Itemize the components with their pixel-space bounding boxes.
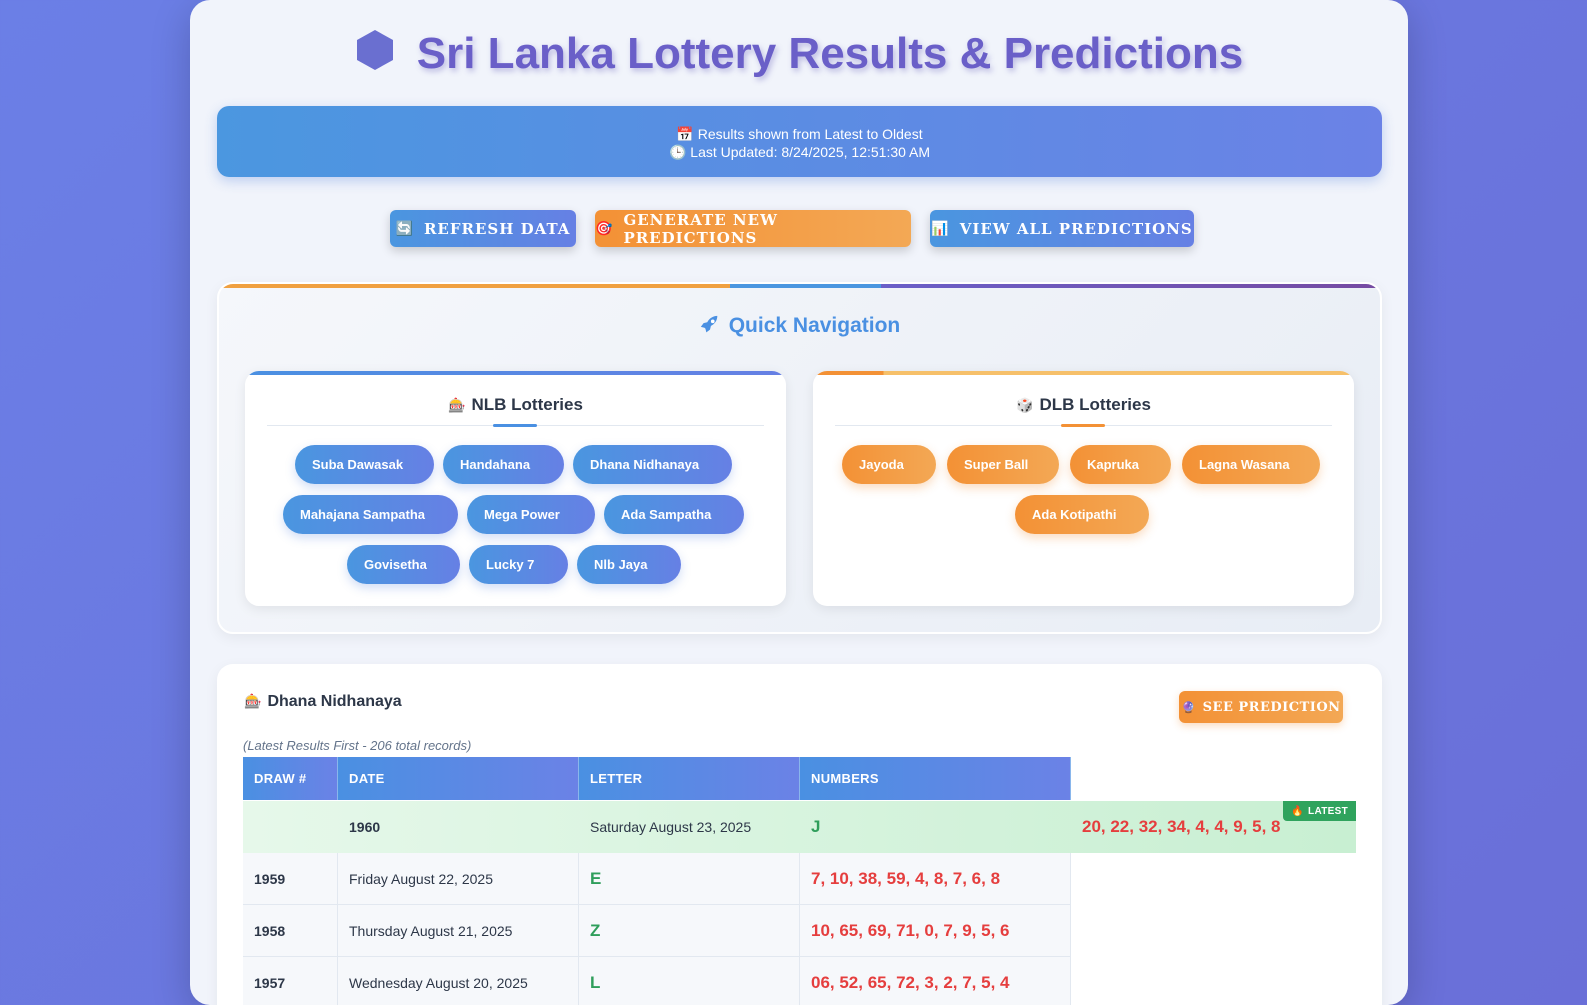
table-row[interactable]: 1959 Friday August 22, 2025 E 7, 10, 38,… <box>243 853 1071 905</box>
date-cell: Friday August 22, 2025 <box>338 853 579 905</box>
draw-cell: 1960 <box>349 819 381 835</box>
numbers-cell: 10, 65, 69, 71, 0, 7, 9, 5, 6 <box>800 905 1071 957</box>
draw-cell: 1959 <box>243 853 338 905</box>
quick-navigation-panel: Quick Navigation 🎰 NLB Lotteries Suba Daw… <box>217 282 1382 634</box>
nav-pill-mahajana-sampatha[interactable]: Mahajana Sampatha <box>283 495 458 534</box>
nav-pill-lagna-wasana[interactable]: Lagna Wasana <box>1182 445 1320 484</box>
see-prediction-button[interactable]: 🔮 SEE PREDICTION <box>1179 691 1343 723</box>
info-banner: 📅 Results shown from Latest to Oldest 🕒 … <box>217 106 1382 177</box>
latest-badge: 🔥 LATEST <box>1283 801 1356 821</box>
column-header-numbers[interactable]: NUMBERS <box>800 757 1071 800</box>
view-all-predictions-label: VIEW ALL PREDICTIONS <box>959 219 1193 238</box>
rocket-icon <box>700 315 718 333</box>
slot-machine-icon: 🎰 <box>244 694 262 710</box>
generate-predictions-label: GENERATE NEW PREDICTIONS <box>623 210 778 247</box>
date-cell: Wednesday August 20, 2025 <box>338 957 579 1005</box>
nav-pill-lucky-7[interactable]: Lucky 7 <box>469 545 568 584</box>
table-row-latest[interactable]: 1960 Saturday August 23, 2025 J 20, 22, … <box>243 801 1356 853</box>
nav-pill-jayoda[interactable]: Jayoda <box>842 445 936 484</box>
order-text: Results shown from Latest to Oldest <box>697 126 923 142</box>
nav-pill-dhana-nidhanaya[interactable]: Dhana Nidhanaya <box>573 445 732 484</box>
slot-machine-icon: 🎰 <box>448 398 466 414</box>
quick-navigation-title: Quick Navigation <box>219 314 1380 338</box>
page-title: Sri Lanka Lottery Results & Predictions <box>190 28 1408 79</box>
date-cell: Thursday August 21, 2025 <box>338 905 579 957</box>
nav-pill-super-ball[interactable]: Super Ball <box>947 445 1059 484</box>
dlb-card-top-border <box>813 371 1354 375</box>
dlb-lotteries-card: 🎲 DLB Lotteries Jayoda Super Ball Kapruka… <box>813 371 1354 606</box>
nav-pill-ada-sampatha[interactable]: Ada Sampatha <box>604 495 744 534</box>
chart-icon: 📊 <box>931 220 950 237</box>
main-container: Sri Lanka Lottery Results & Predictions … <box>190 0 1408 1005</box>
view-all-predictions-button[interactable]: 📊 VIEW ALL PREDICTIONS <box>930 210 1194 247</box>
nav-pill-govisetha[interactable]: Govisetha <box>347 545 460 584</box>
quick-nav-top-border <box>219 284 1380 288</box>
page-title-text: Sri Lanka Lottery Results & Predictions <box>416 29 1244 78</box>
refresh-data-label: REFRESH DATA <box>423 219 571 238</box>
calendar-icon: 📅 <box>676 126 694 142</box>
letter-cell: E <box>579 853 800 905</box>
results-panel: 🎰 Dhana Nidhanaya 🔮 SEE PREDICTION (Latest… <box>217 664 1382 1005</box>
hexagon-icon <box>356 30 393 70</box>
nav-pill-mega-power[interactable]: Mega Power <box>467 495 595 534</box>
target-icon: 🎯 <box>595 220 614 237</box>
letter-cell: L <box>579 957 800 1005</box>
quick-navigation-title-text: Quick Navigation <box>728 314 901 337</box>
results-subtitle: (Latest Results First - 206 total record… <box>243 738 472 753</box>
results-title: 🎰 Dhana Nidhanaya <box>244 693 402 711</box>
numbers-cell: 06, 52, 65, 72, 3, 2, 7, 5, 4 <box>800 957 1071 1005</box>
table-row[interactable]: 1957 Wednesday August 20, 2025 L 06, 52,… <box>243 957 1071 1005</box>
nlb-card-title-text: NLB Lotteries <box>471 395 583 414</box>
table-row[interactable]: 1958 Thursday August 21, 2025 Z 10, 65, … <box>243 905 1071 957</box>
generate-predictions-button[interactable]: 🎯 GENERATE NEW PREDICTIONS <box>595 210 911 247</box>
dice-icon: 🎲 <box>1016 398 1034 414</box>
nlb-card-top-border <box>245 371 786 375</box>
results-title-text: Dhana Nidhanaya <box>267 693 402 710</box>
column-header-draw[interactable]: DRAW # <box>243 757 338 800</box>
numbers-cell: 7, 10, 38, 59, 4, 8, 7, 6, 8 <box>800 853 1071 905</box>
dlb-card-title-text: DLB Lotteries <box>1039 395 1151 414</box>
date-cell: Saturday August 23, 2025 <box>590 819 752 835</box>
nlb-card-title: 🎰 NLB Lotteries <box>245 395 786 415</box>
letter-cell: Z <box>579 905 800 957</box>
nav-pill-suba-dawasak[interactable]: Suba Dawasak <box>295 445 434 484</box>
refresh-data-button[interactable]: 🔄 REFRESH DATA <box>390 210 576 247</box>
fire-icon: 🔥 <box>1291 805 1305 817</box>
nav-pill-ada-kotipathi[interactable]: Ada Kotipathi <box>1015 495 1149 534</box>
dlb-card-title: 🎲 DLB Lotteries <box>813 395 1354 415</box>
draw-cell: 1957 <box>243 957 338 1005</box>
clock-icon: 🕒 <box>668 144 687 160</box>
column-header-letter[interactable]: LETTER <box>579 757 800 800</box>
nav-pill-handahana[interactable]: Handahana <box>443 445 564 484</box>
order-line: 📅 Results shown from Latest to Oldest <box>217 125 1382 143</box>
title-accent <box>1061 424 1105 427</box>
see-prediction-label: SEE PREDICTION <box>1202 699 1341 715</box>
crystal-ball-icon: 🔮 <box>1181 700 1196 714</box>
latest-badge-text: LATEST <box>1308 805 1348 817</box>
nav-pill-nlb-jaya[interactable]: Nlb Jaya <box>577 545 681 584</box>
column-header-date[interactable]: DATE <box>338 757 579 800</box>
letter-cell: J <box>811 817 821 836</box>
nlb-lotteries-card: 🎰 NLB Lotteries Suba Dawasak Handahana Dh… <box>245 371 786 606</box>
nav-pill-kapruka[interactable]: Kapruka <box>1070 445 1171 484</box>
table-header: DRAW # DATE LETTER NUMBERS <box>243 757 1356 800</box>
updated-line: 🕒 Last Updated: 8/24/2025, 12:51:30 AM <box>217 143 1382 161</box>
draw-cell: 1958 <box>243 905 338 957</box>
title-accent <box>493 424 537 427</box>
refresh-icon: 🔄 <box>395 220 414 237</box>
last-updated-text: Last Updated: 8/24/2025, 12:51:30 AM <box>690 144 931 160</box>
